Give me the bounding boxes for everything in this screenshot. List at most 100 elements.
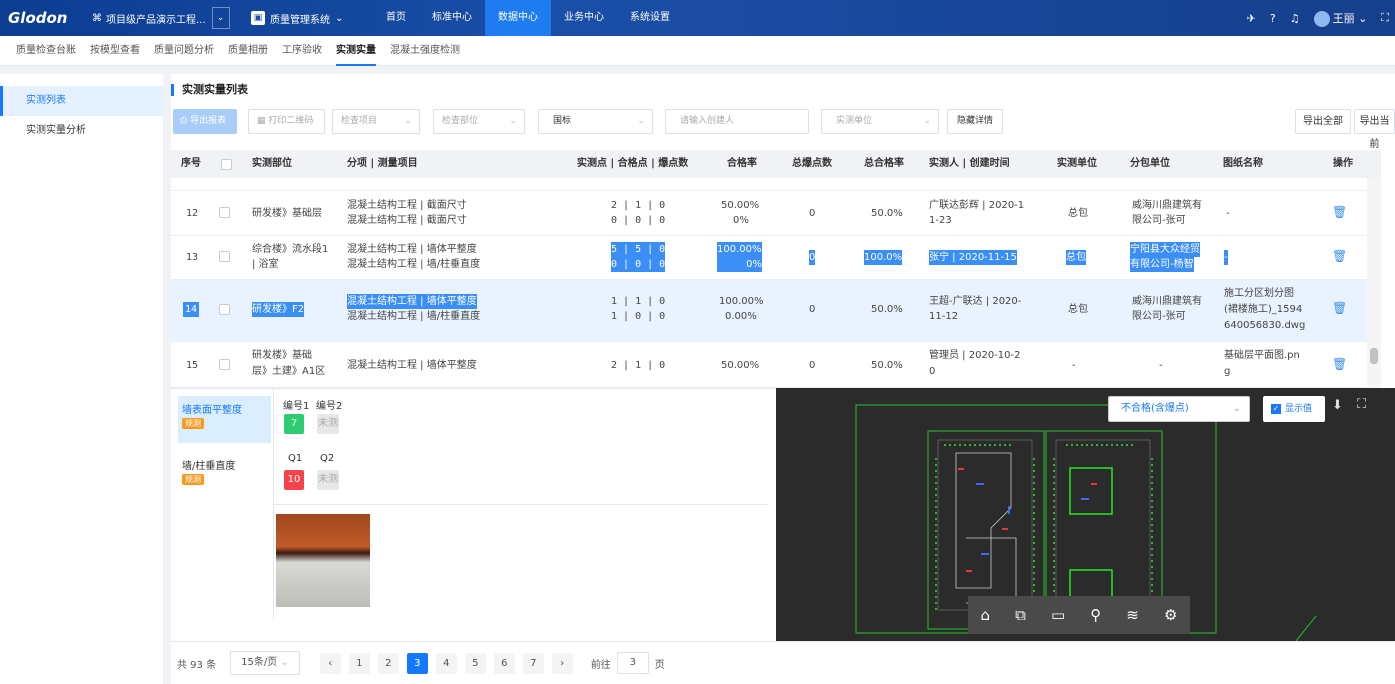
measure-item-flatness[interactable]: 墙表面平整度 规测 [178,396,271,443]
delete-icon[interactable]: 🗑 [1332,301,1347,316]
delete-icon[interactable]: 🗑 [1332,357,1347,372]
divider [274,504,769,505]
point-label: Q2 [320,453,335,464]
bell-icon[interactable]: ♫ [1290,12,1300,25]
page-6[interactable]: 6 [493,652,515,674]
help-icon[interactable]: ? [1270,12,1276,25]
chevron-down-icon: ⌄ [404,116,412,126]
row-checkbox[interactable] [219,207,230,218]
col-creator: 实测人 | 创建时间 [929,158,1010,169]
creator-input[interactable]: 请输入创建人 [665,109,809,134]
subnav-issue-analysis[interactable]: 质量问题分析 [154,36,214,66]
page-5[interactable]: 5 [464,652,486,674]
row-checkbox[interactable] [219,304,230,315]
drawing-viewer[interactable]: 不合格(含爆点) ⌄ ✓ 显示值 ⬇ ⛶ ⌂ ⧉ ▭ ⚲ ≋ ⚙ [776,388,1395,641]
page-4[interactable]: 4 [435,652,457,674]
fullscreen-icon[interactable]: ⛶ [1381,11,1389,25]
project-selector[interactable]: ⌘ 项目级产品演示工程... ⌄ [92,7,237,29]
zoom-window-icon[interactable]: ⧉ [1015,606,1026,624]
check-part-select[interactable]: 检查部位 ⌄ [433,109,525,134]
measure-icon[interactable]: ▭ [1051,606,1065,624]
subnav-process-acceptance[interactable]: 工序验收 [282,36,322,66]
download-icon[interactable]: ⬇ [1332,398,1343,413]
measure-tag: 规测 [182,418,204,429]
chevron-down-icon[interactable]: ⌄ [211,7,230,29]
col-rate: 合格率 [727,158,757,169]
photo-thumbnail[interactable] [276,514,370,607]
row-drawing[interactable]: 640056830.dwg [1224,318,1305,333]
page-suffix: 页 [654,659,665,671]
row-subcontractor: 限公司-张可 [1132,311,1186,322]
qr-icon: ▦ [257,116,269,126]
export-all-button[interactable]: 导出全部 [1295,109,1351,134]
scrollbar-thumb[interactable] [1370,348,1378,364]
row-creator: 广联达彭辉 | 2020-1 [929,200,1025,211]
unit-select[interactable]: 实测单位 ⌄ [821,109,939,134]
home-icon[interactable]: ⌂ [981,606,991,624]
subnav-concrete-strength[interactable]: 混凝土强度检测 [390,36,460,66]
print-qr-button[interactable]: ▦ 打印二维码 [248,109,325,134]
user-menu[interactable]: 王丽 ⌄ [1313,10,1367,27]
check-item-select[interactable]: 检查项目 ⌄ [332,109,420,134]
export-report-button[interactable]: ⎙ 导出报表 [173,109,237,134]
point-value-untested[interactable]: 未测 [317,470,339,490]
point-value-pass[interactable]: 7 [284,414,304,434]
subnav-model-view[interactable]: 按模型查看 [90,36,140,66]
row-drawing[interactable]: (裙楼施工)_1594 [1224,302,1302,317]
point-value-untested[interactable]: 未测 [317,414,339,434]
row-checkbox[interactable] [219,359,230,370]
row-drawing[interactable]: 施工分区划分图 [1224,286,1294,301]
sidebar-item-measurement-analysis[interactable]: 实测实量分析 [0,116,163,146]
page-size-select[interactable]: 15条/页 ⌄ [230,651,300,675]
expand-icon[interactable]: ⛶ [1357,397,1366,412]
delete-icon[interactable]: 🗑 [1332,205,1347,220]
prev-page-button[interactable]: ‹ [319,652,341,674]
row-creator: 0 [929,366,936,377]
table-row[interactable]: 12 研发楼》基础层 混凝土结构工程 | 截面尺寸 混凝土结构工程 | 截面尺寸… [171,191,1381,236]
nav-home[interactable]: 首页 [373,0,419,36]
sidebar-item-measurement-list[interactable]: 实测列表 [0,86,163,116]
next-page-button[interactable]: › [551,652,573,674]
measure-item-verticality[interactable]: 墙/柱垂直度 规测 [178,452,271,499]
row-part: | 浴室 [252,259,279,270]
nav-system-settings[interactable]: 系统设置 [617,0,683,36]
page-2[interactable]: 2 [377,652,399,674]
select-all-checkbox[interactable] [221,159,232,170]
page-3[interactable]: 3 [406,652,428,674]
row-creator: 1-23 [929,215,952,226]
filter-select[interactable]: 不合格(含爆点) ⌄ [1108,396,1250,422]
show-values-toggle[interactable]: ✓ 显示值 [1263,396,1325,422]
layers-icon[interactable]: ≋ [1126,606,1139,624]
system-selector[interactable]: ▣ 质量管理系统 ⌄ [251,11,361,26]
row-drawing[interactable]: g [1224,364,1230,379]
gear-icon[interactable]: ⚙ [1164,606,1177,624]
location-icon[interactable]: ⚲ [1090,606,1101,624]
row-no: 12 [186,208,199,219]
row-total-rate: 100.0% [864,250,903,265]
row-checkbox[interactable] [219,251,230,262]
page-7[interactable]: 7 [522,652,544,674]
nav-standard-center[interactable]: 标准中心 [419,0,485,36]
row-drawing[interactable]: 基础层平面图.pn [1224,348,1300,363]
table-row[interactable]: 14 研发楼》F2 混凝土结构工程 | 墙体平整度 混凝土结构工程 | 墙/柱垂… [171,280,1381,342]
subnav-measurement[interactable]: 实测实量 [336,36,376,66]
hide-details-button[interactable]: 隐藏详情 [947,109,1003,134]
table-scrollbar[interactable] [1367,178,1381,388]
standard-select[interactable]: 国标 ⌄ [538,109,653,134]
point-label: 编号2 [316,401,343,412]
delete-icon[interactable]: 🗑 [1332,249,1347,264]
row-burst: 0 [809,304,816,315]
point-value-fail[interactable]: 10 [284,470,304,490]
export-current-button[interactable]: 导出当前 [1354,109,1395,150]
table-row[interactable]: 15 研发楼》基础 层》土建》A1区 混凝土结构工程 | 墙体平整度 2 | 1… [171,342,1381,388]
table-row[interactable]: 13 综合楼》流水段1 | 浴室 混凝土结构工程 | 墙体平整度 混凝土结构工程… [171,236,1381,280]
satellite-icon[interactable]: ✈ [1247,12,1256,25]
goto-page-input[interactable]: 3 [616,652,649,674]
nav-data-center[interactable]: 数据中心 [485,0,551,36]
row-part: 综合楼》流水段1 [252,244,329,255]
page-1[interactable]: 1 [348,652,370,674]
nav-business-center[interactable]: 业务中心 [551,0,617,36]
row-drawing: - [1226,208,1230,219]
subnav-quality-ledger[interactable]: 质量检查台账 [16,36,76,66]
subnav-quality-album[interactable]: 质量相册 [228,36,268,66]
